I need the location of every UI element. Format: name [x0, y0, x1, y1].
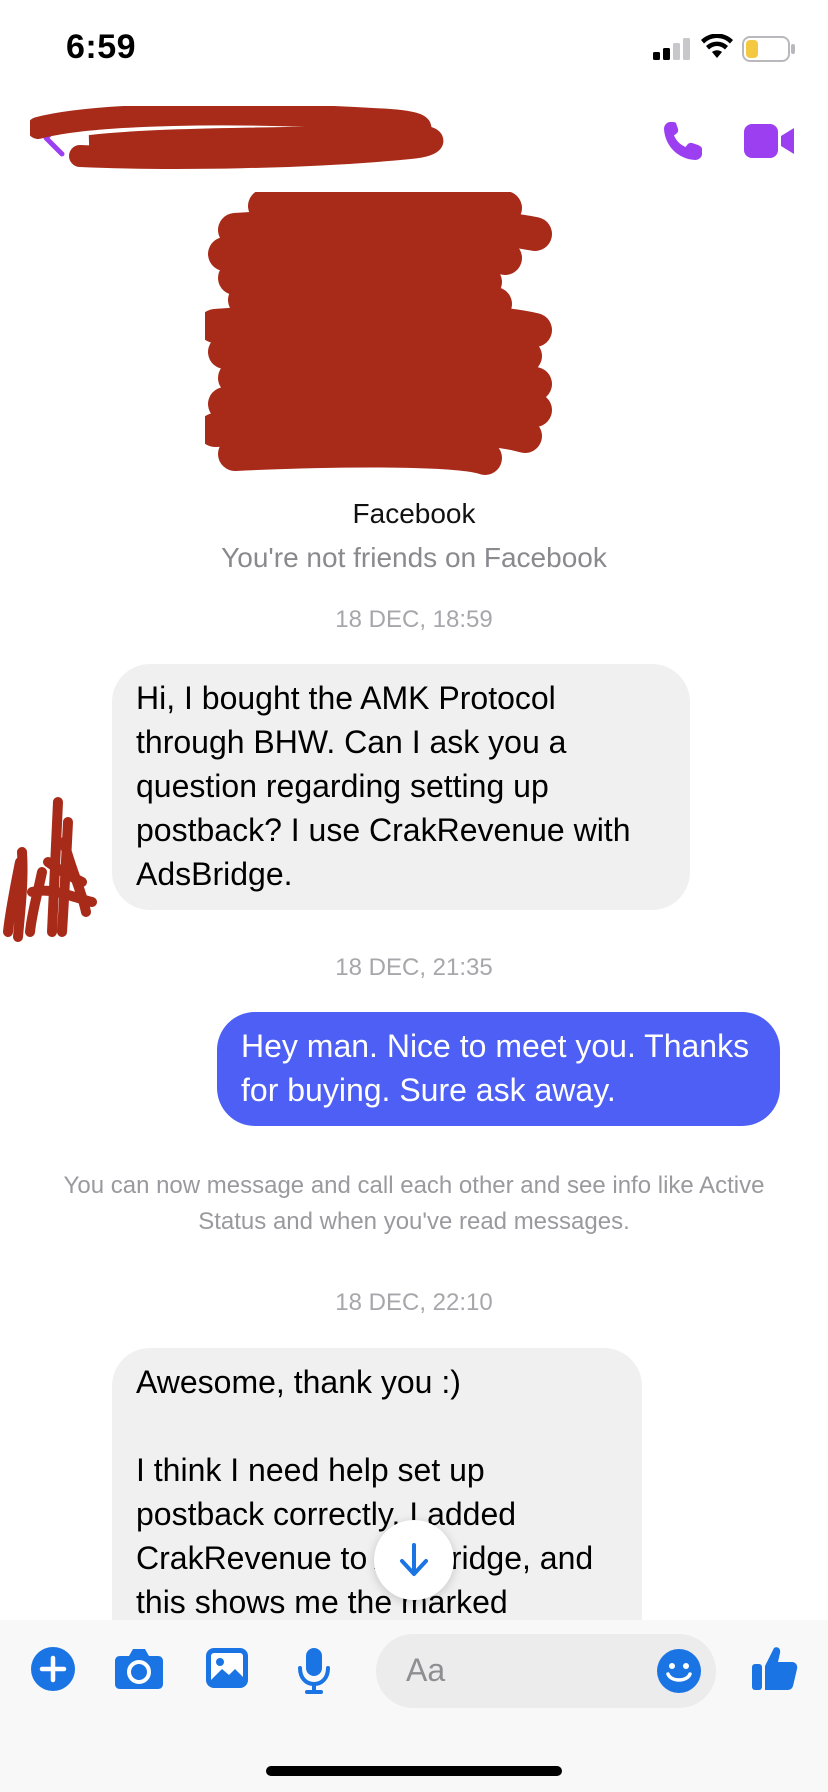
video-camera-icon[interactable] — [744, 124, 796, 158]
emoji-icon[interactable] — [656, 1648, 702, 1694]
message-timestamp: 18 DEC, 18:59 — [335, 606, 493, 633]
scroll-to-bottom-button[interactable] — [374, 1520, 454, 1600]
arrow-down-icon — [400, 1543, 428, 1576]
incoming-message-bubble[interactable]: Awesome, thank you :) I think I need hel… — [112, 1348, 642, 1648]
home-indicator — [266, 1766, 562, 1776]
photo-icon[interactable] — [204, 1646, 250, 1690]
cellular-signal-icon — [653, 38, 690, 60]
thumbs-up-icon[interactable] — [750, 1644, 798, 1692]
status-bar: 6:59 — [0, 0, 828, 100]
battery-icon — [742, 36, 795, 62]
plus-icon[interactable] — [30, 1646, 76, 1692]
connection-info-notice: You can now message and call each other … — [63, 1172, 765, 1235]
status-time: 6:59 — [66, 28, 137, 66]
profile-platform-label: Facebook — [352, 498, 476, 529]
redacted-contact-name[interactable] — [30, 106, 450, 176]
outgoing-message-bubble[interactable]: Hey man. Nice to meet you. Thanks for bu… — [217, 1012, 780, 1126]
redacted-profile-info — [205, 192, 552, 475]
conversation-header — [0, 100, 828, 190]
phone-icon[interactable] — [660, 118, 706, 164]
message-input-placeholder: Aa — [406, 1652, 446, 1688]
message-input[interactable]: Aa — [376, 1634, 716, 1708]
message-composer: Aa — [0, 1620, 828, 1792]
redacted-avatar — [3, 797, 97, 942]
message-timestamp: 18 DEC, 22:10 — [335, 1289, 493, 1316]
message-timestamp: 18 DEC, 21:35 — [335, 954, 493, 981]
wifi-icon — [701, 34, 733, 58]
microphone-icon[interactable] — [296, 1646, 332, 1694]
friend-status-text: You're not friends on Facebook — [221, 542, 607, 573]
camera-icon[interactable] — [114, 1646, 164, 1690]
incoming-message-bubble[interactable]: Hi, I bought the AMK Protocol through BH… — [112, 664, 690, 910]
